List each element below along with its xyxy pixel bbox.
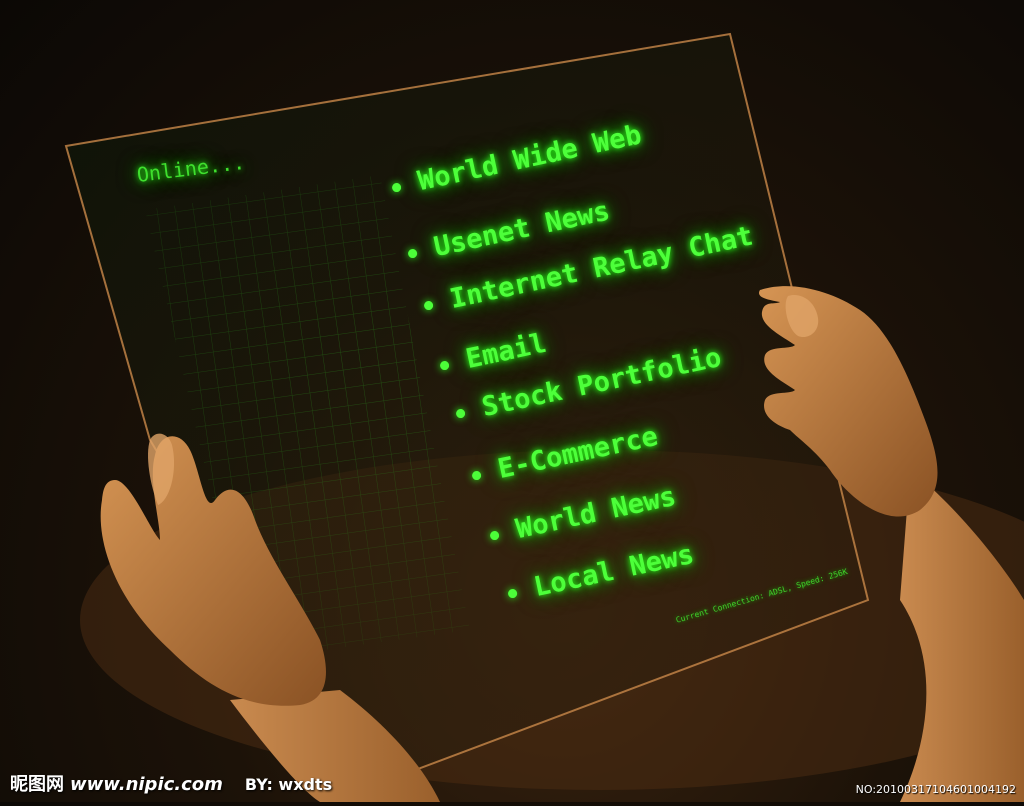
scene-illustration [64,32,1024,802]
watermark-brand: 昵图网 [10,774,64,795]
image-number: NO:20100317104601004192 [855,783,1016,796]
photo-scene [0,0,1024,802]
watermark-author: BY: wxdts [244,775,333,794]
watermark-site: www.nipic.com [70,774,223,795]
watermark: 昵图网 www.nipic.com BY: wxdts [10,770,332,796]
